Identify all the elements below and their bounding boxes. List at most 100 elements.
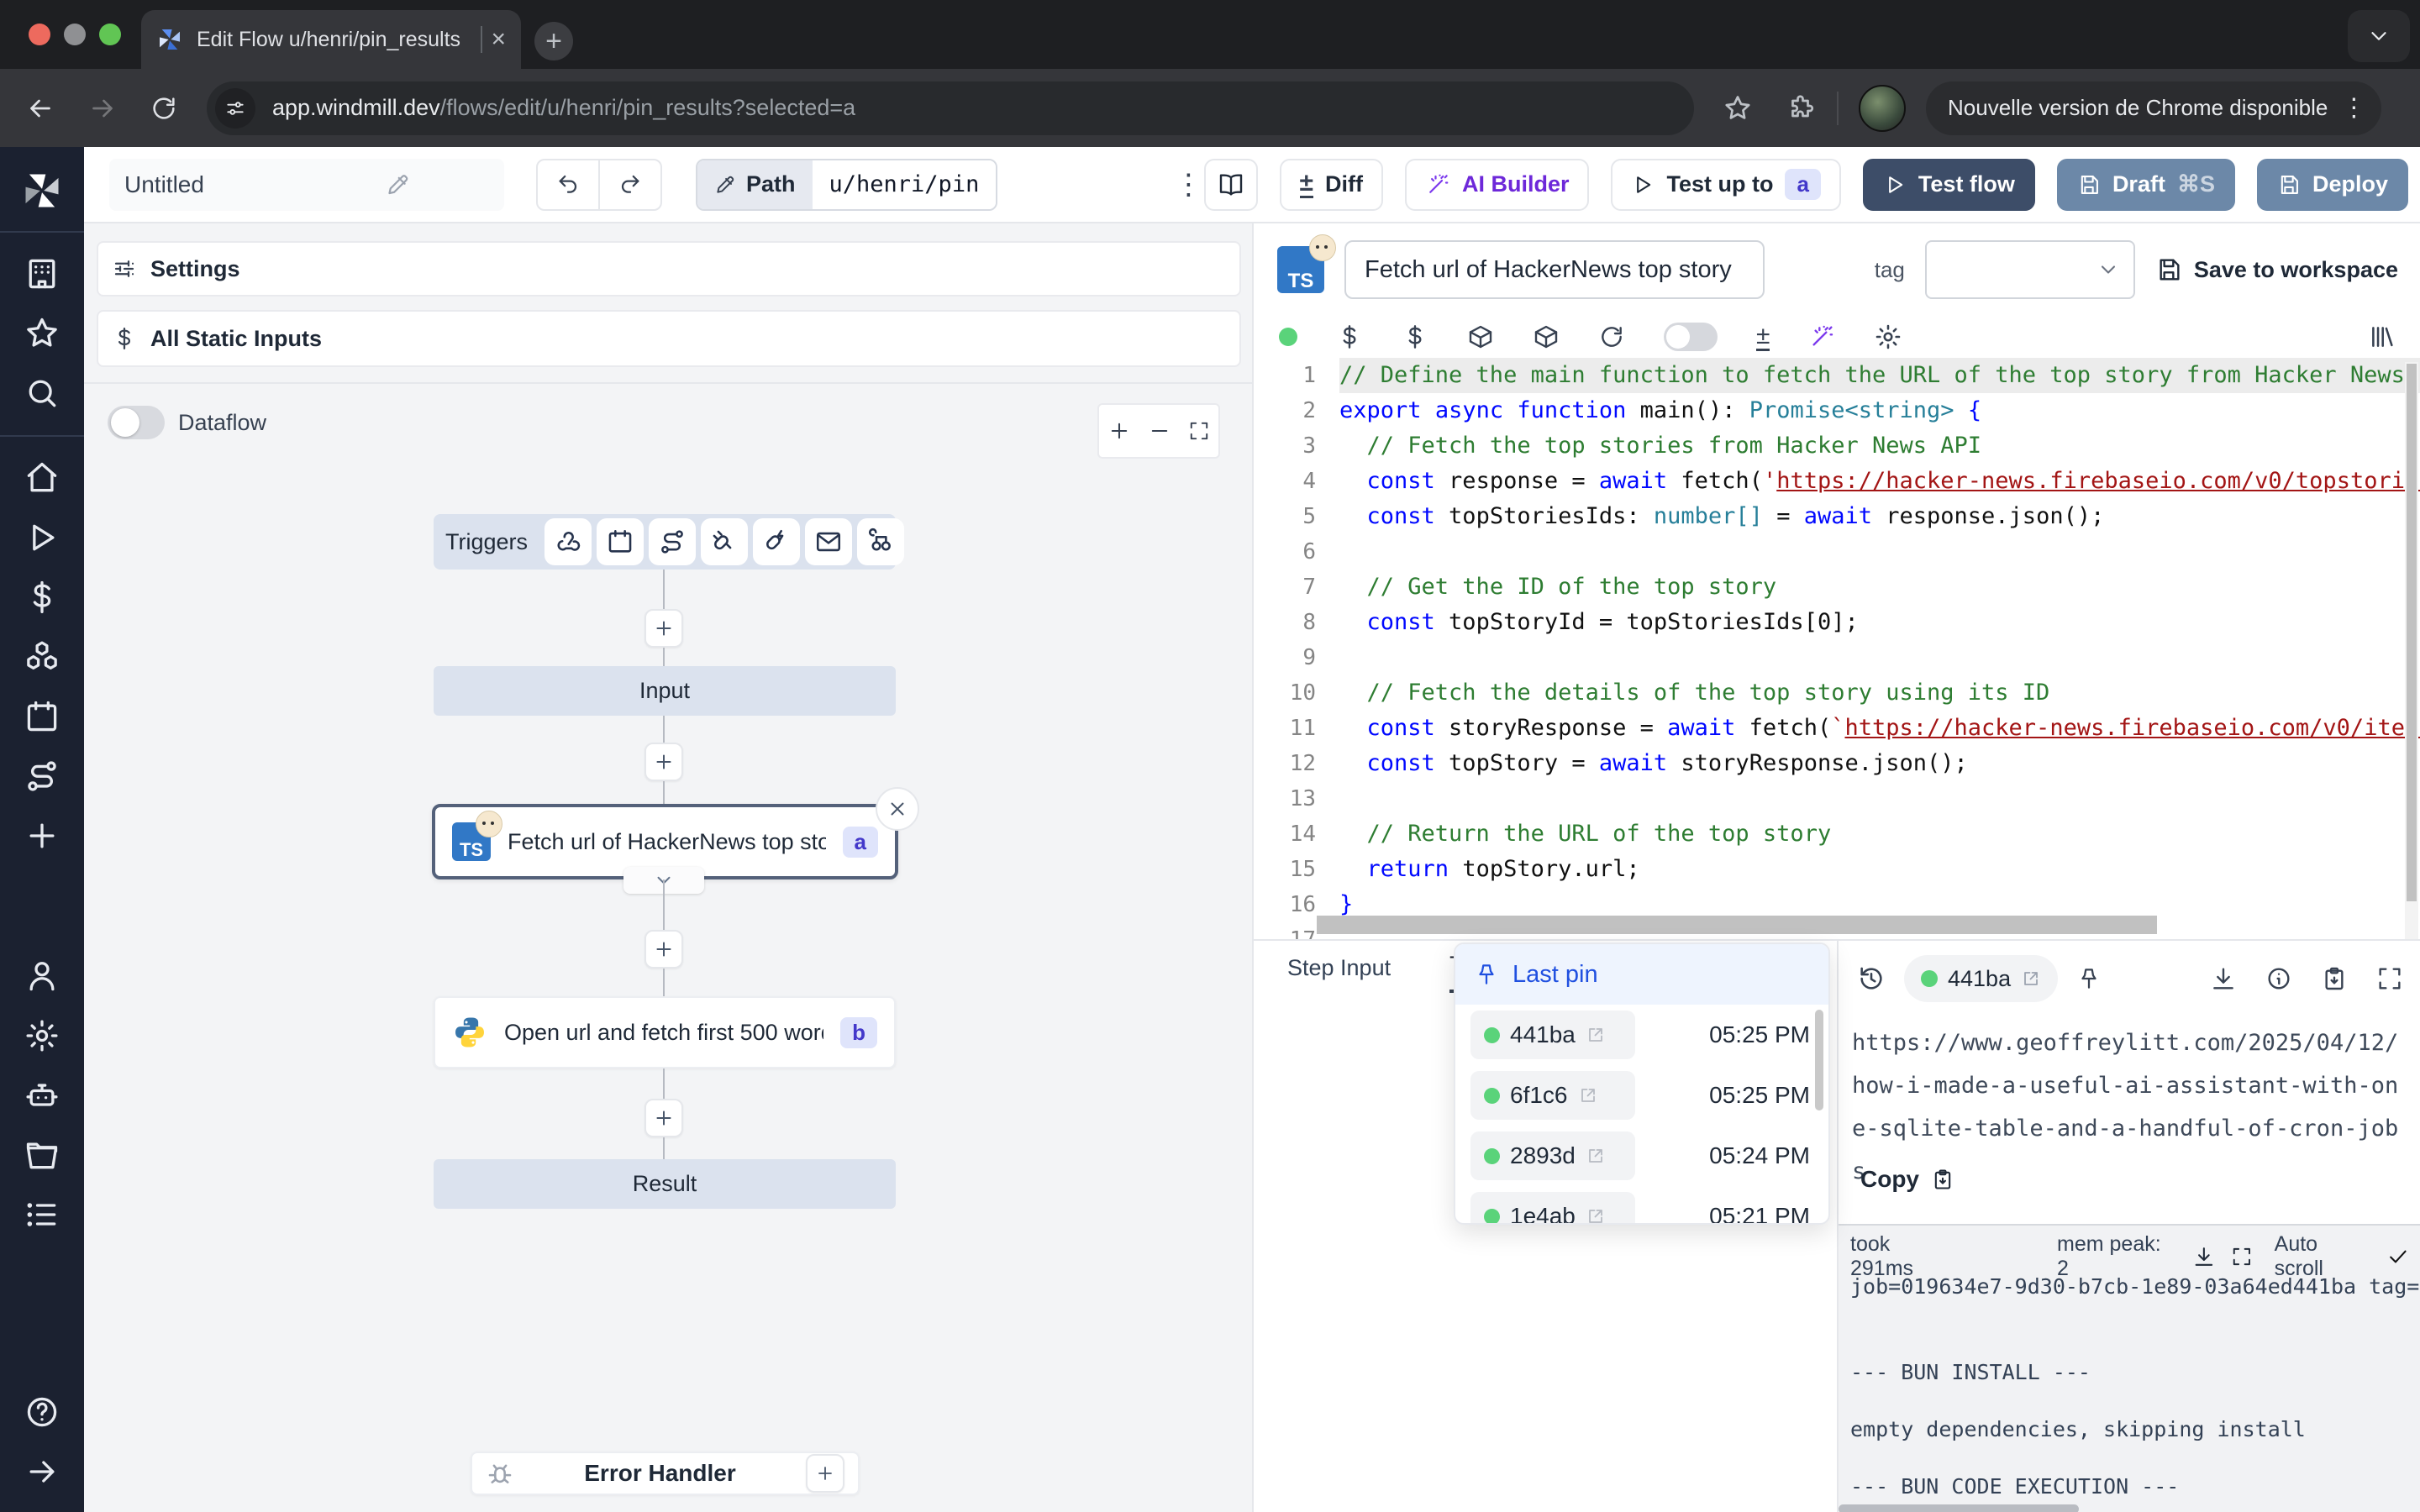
copy-button[interactable]: Copy xyxy=(1860,1166,1954,1193)
external-link-icon[interactable] xyxy=(1586,1206,1606,1225)
diff-icon[interactable]: ± xyxy=(1756,323,1770,351)
pin-history-item[interactable]: 6f1c6 05:25 PM xyxy=(1455,1065,1828,1126)
pin-icon[interactable] xyxy=(2076,966,2102,991)
step-node-b[interactable]: Open url and fetch first 500 words of ..… xyxy=(434,996,896,1068)
save-to-workspace-button[interactable]: Save to workspace xyxy=(2155,256,2398,283)
sidebar-workers-icon[interactable] xyxy=(24,1077,60,1114)
code-line[interactable]: 3 // Fetch the top stories from Hacker N… xyxy=(1254,428,2420,464)
pin-history-item[interactable]: 2893d 05:24 PM xyxy=(1455,1126,1828,1186)
code-line[interactable]: 9 xyxy=(1254,640,2420,675)
insert-step-button[interactable] xyxy=(644,1099,683,1137)
external-link-icon[interactable] xyxy=(1578,1085,1598,1105)
docs-button[interactable] xyxy=(1204,159,1258,211)
code-line[interactable]: 2export async function main(): Promise<s… xyxy=(1254,393,2420,428)
chrome-update-pill[interactable]: Nouvelle version de Chrome disponible ⋮ xyxy=(1926,81,2381,135)
code-line[interactable]: 6 xyxy=(1254,534,2420,570)
ai-builder-button[interactable]: AI Builder xyxy=(1405,159,1590,211)
library-icon[interactable] xyxy=(2368,323,2396,351)
editor-horizontal-scrollbar[interactable] xyxy=(1317,916,2157,934)
zoom-in-icon[interactable] xyxy=(1107,419,1131,443)
trigger-schedule-icon[interactable] xyxy=(597,518,644,565)
tab-step-input[interactable]: Step Input xyxy=(1287,955,1391,993)
run-id-pill[interactable]: 2893d xyxy=(1470,1131,1635,1180)
all-static-inputs-row[interactable]: All Static Inputs xyxy=(97,310,1241,367)
fullscreen-icon[interactable] xyxy=(2376,965,2403,992)
sidebar-runs-icon[interactable] xyxy=(24,519,60,556)
test-up-to-button[interactable]: Test up to a xyxy=(1611,159,1840,211)
run-id-pill[interactable]: 441ba xyxy=(1470,1011,1635,1059)
new-tab-button[interactable]: + xyxy=(534,22,573,60)
draft-button[interactable]: Draft ⌘S xyxy=(2057,159,2235,211)
sidebar-building-icon[interactable] xyxy=(24,255,60,292)
tab-close-icon[interactable]: × xyxy=(491,25,506,54)
code-line[interactable]: 8 const topStoryId = topStoriesIds[0]; xyxy=(1254,605,2420,640)
flow-settings-row[interactable]: Settings xyxy=(97,241,1241,297)
code-line[interactable]: 13 xyxy=(1254,781,2420,816)
path-label-segment[interactable]: Path xyxy=(697,160,813,209)
deploy-button[interactable]: Deploy xyxy=(2257,159,2408,211)
pin-history-item[interactable]: 1e4ab 05:21 PM xyxy=(1455,1186,1828,1225)
sidebar-folders-icon[interactable] xyxy=(24,1137,60,1173)
run-id-pill[interactable]: 6f1c6 xyxy=(1470,1071,1635,1120)
code-line[interactable]: 15 return topStory.url; xyxy=(1254,852,2420,887)
sidebar-schedules-icon[interactable] xyxy=(24,698,60,735)
forward-icon[interactable] xyxy=(87,93,118,123)
window-minimize-button[interactable] xyxy=(64,24,86,45)
sidebar-resources-icon[interactable] xyxy=(24,638,60,675)
diff-button[interactable]: ± Diff xyxy=(1280,159,1383,211)
more-menu-icon[interactable]: ⋮ xyxy=(1174,168,1202,202)
code-line[interactable]: 1// Define the main function to fetch th… xyxy=(1254,358,2420,393)
ai-wand-icon[interactable] xyxy=(1808,323,1835,350)
fullscreen-icon[interactable] xyxy=(2231,1246,2253,1268)
code-line[interactable]: 12 const topStory = await storyResponse.… xyxy=(1254,746,2420,781)
log-horizontal-scrollbar[interactable] xyxy=(1839,1504,2079,1512)
sidebar-search-icon[interactable] xyxy=(24,375,60,412)
back-icon[interactable] xyxy=(25,93,55,123)
redo-button[interactable] xyxy=(598,160,660,209)
package-icon[interactable] xyxy=(1467,323,1494,350)
code-line[interactable]: 10 // Fetch the details of the top story… xyxy=(1254,675,2420,711)
browser-tab[interactable]: Edit Flow u/henri/pin_results × xyxy=(141,10,521,69)
sidebar-help-icon[interactable] xyxy=(24,1394,60,1431)
pin-history-item[interactable]: 441ba 05:25 PM xyxy=(1455,1005,1828,1065)
sidebar-expand-icon[interactable] xyxy=(24,1453,60,1490)
remove-step-button[interactable] xyxy=(876,787,919,831)
info-icon[interactable] xyxy=(2265,965,2292,992)
code-line[interactable]: 4 const response = await fetch('https://… xyxy=(1254,464,2420,499)
extensions-icon[interactable] xyxy=(1786,93,1817,123)
sidebar-audit-logs-icon[interactable] xyxy=(24,1196,60,1233)
result-node[interactable]: Result xyxy=(434,1159,896,1209)
code-line[interactable]: 7 // Get the ID of the top story xyxy=(1254,570,2420,605)
reload-icon[interactable] xyxy=(1598,323,1625,350)
dropdown-scrollbar[interactable] xyxy=(1815,1010,1823,1110)
sidebar-variables-icon[interactable] xyxy=(24,579,60,616)
address-bar[interactable]: app.windmill.dev/flows/edit/u/henri/pin_… xyxy=(207,81,1694,135)
zoom-out-icon[interactable] xyxy=(1148,419,1171,443)
bookmark-star-icon[interactable] xyxy=(1723,93,1753,123)
code-line[interactable]: 11 const storyResponse = await fetch(`ht… xyxy=(1254,711,2420,746)
dataflow-toggle[interactable] xyxy=(108,406,165,439)
trigger-route-icon[interactable] xyxy=(649,518,696,565)
sidebar-users-icon[interactable] xyxy=(24,958,60,995)
run-id-pill[interactable]: 441ba xyxy=(1904,955,2058,1002)
sidebar-star-icon[interactable] xyxy=(24,315,60,352)
trigger-webhook-icon[interactable] xyxy=(544,518,592,565)
step-name-input[interactable]: Fetch url of HackerNews top story xyxy=(1344,240,1765,299)
variables-icon[interactable] xyxy=(1336,323,1363,350)
test-flow-button[interactable]: Test flow xyxy=(1863,159,2035,211)
path-control[interactable]: Path u/henri/pin xyxy=(696,159,997,211)
flow-name-input[interactable]: Untitled xyxy=(109,159,504,211)
sidebar-add-icon[interactable] xyxy=(24,817,60,854)
editor-vertical-scrollbar[interactable] xyxy=(2405,362,2418,939)
history-icon[interactable] xyxy=(1857,964,1886,993)
sidebar-home-icon[interactable] xyxy=(24,459,60,496)
trigger-websocket-icon[interactable] xyxy=(701,518,748,565)
sidebar-settings-icon[interactable] xyxy=(24,1017,60,1054)
code-line[interactable]: 14 // Return the URL of the top story xyxy=(1254,816,2420,852)
trigger-kafka-icon[interactable] xyxy=(753,518,800,565)
profile-avatar[interactable] xyxy=(1859,85,1906,132)
input-node[interactable]: Input xyxy=(434,666,896,716)
reload-icon[interactable] xyxy=(150,94,178,123)
edit-pencil-icon[interactable] xyxy=(307,172,489,197)
trigger-email-icon[interactable] xyxy=(805,518,852,565)
